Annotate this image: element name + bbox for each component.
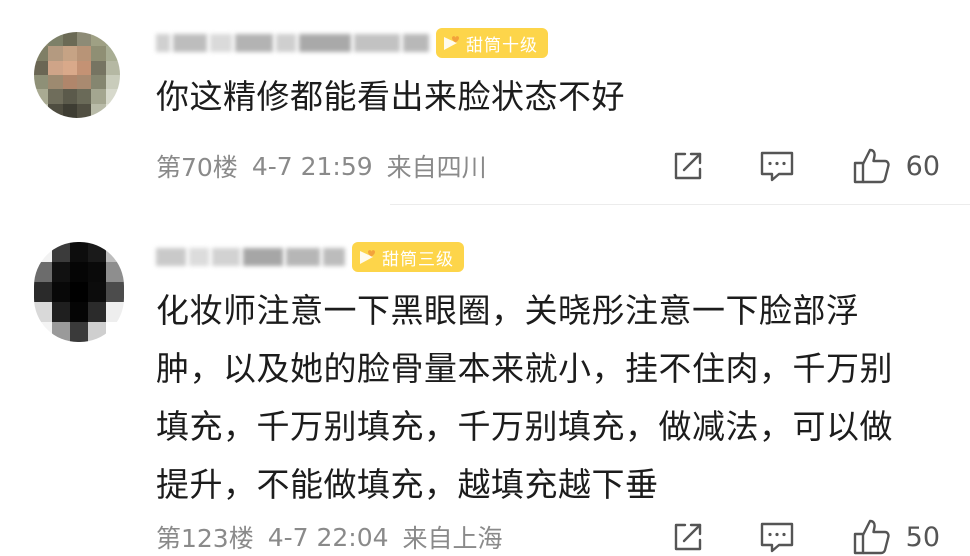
badge-label: 甜筒三级 [382, 249, 454, 270]
like-count: 50 [905, 521, 940, 553]
comment-text-line: 提升，不能做填充，越填充越下垂 [156, 465, 659, 504]
comment-actions: 50 [670, 514, 940, 556]
level-badge: 甜筒十级 [436, 28, 548, 58]
avatar[interactable] [34, 32, 120, 118]
share-icon [674, 152, 701, 180]
comment-time: 4-7 22:04 [267, 522, 389, 552]
comment-icon [760, 151, 793, 182]
ip-location: 来自四川 [386, 153, 487, 182]
floor-number: 第123楼 [156, 524, 254, 553]
heart-cone-icon [444, 36, 459, 50]
user-name-row: 甜筒三级 [156, 240, 464, 274]
comment-text-line: 你这精修都能看出来脸状态不好 [156, 77, 625, 116]
like-count: 60 [905, 150, 940, 182]
reply-button[interactable] [758, 147, 796, 185]
heart-cone-icon [360, 250, 375, 264]
badge-label: 甜筒十级 [466, 35, 538, 56]
comment-text-line: 填充，千万别填充，千万别填充，做减法，可以做 [156, 407, 893, 446]
comment-item: 甜筒三级 化妆师注意一下黑眼圈，关晓彤注意一下脸部浮 肿，以及她的脸骨量本来就小… [0, 205, 970, 556]
comment-text: 化妆师注意一下黑眼圈，关晓彤注意一下脸部浮 肿，以及她的脸骨量本来就小，挂不住肉… [156, 282, 946, 514]
user-name-row: 甜筒十级 [156, 26, 548, 60]
comment-actions: 60 [670, 143, 940, 189]
user-name-redacted[interactable] [156, 245, 348, 269]
floor-number: 第70楼 [156, 153, 238, 182]
thumbs-up-icon [853, 519, 890, 555]
comment-meta: 第70楼 4-7 21:59 来自四川 [156, 146, 501, 186]
avatar[interactable] [34, 242, 124, 342]
comment-icon [760, 522, 793, 553]
like-button[interactable]: 60 [852, 146, 940, 186]
comment-text: 你这精修都能看出来脸状态不好 [156, 68, 936, 126]
reply-button[interactable] [758, 518, 796, 556]
comment-time: 4-7 21:59 [251, 151, 373, 181]
share-button[interactable] [670, 519, 706, 555]
comment-item: 甜筒十级 你这精修都能看出来脸状态不好 第70楼 4-7 21:59 来自四川 [0, 0, 970, 205]
like-button[interactable]: 50 [852, 517, 940, 556]
thumbs-up-icon [853, 148, 890, 184]
comment-list: 甜筒十级 你这精修都能看出来脸状态不好 第70楼 4-7 21:59 来自四川 [0, 0, 970, 556]
comment-text-line: 化妆师注意一下黑眼圈，关晓彤注意一下脸部浮 [156, 291, 860, 330]
comment-meta: 第123楼 4-7 22:04 来自上海 [156, 517, 517, 556]
share-icon [674, 523, 701, 551]
ip-location: 来自上海 [402, 524, 503, 553]
level-badge: 甜筒三级 [352, 242, 464, 272]
share-button[interactable] [670, 148, 706, 184]
user-name-redacted[interactable] [156, 31, 432, 55]
comment-text-line: 肿，以及她的脸骨量本来就小，挂不住肉，千万别 [156, 349, 893, 388]
